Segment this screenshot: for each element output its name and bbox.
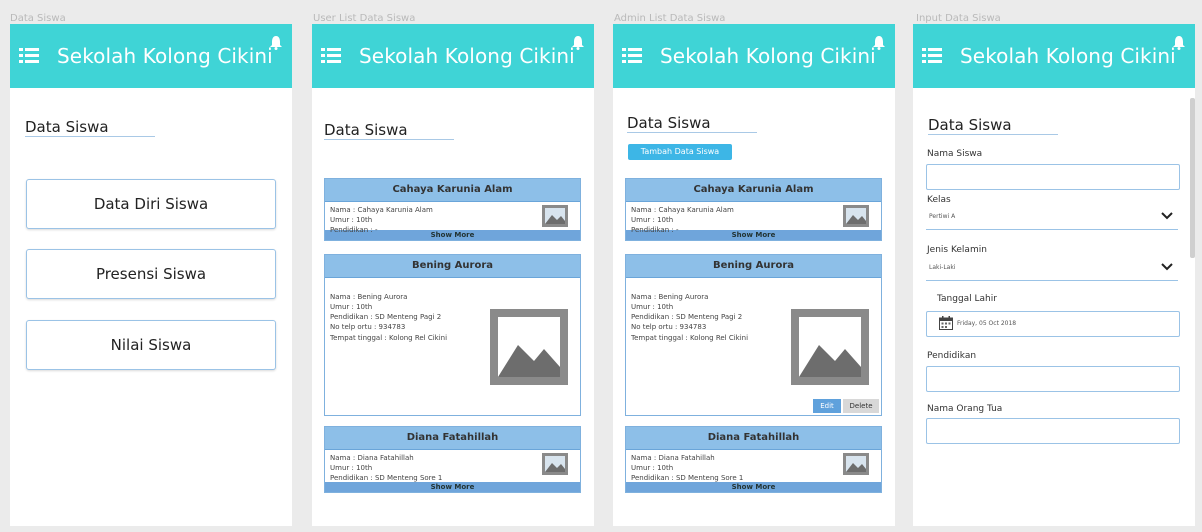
nama-siswa-input[interactable] <box>926 164 1180 190</box>
bell-icon[interactable] <box>270 36 282 50</box>
list-icon[interactable] <box>19 47 39 63</box>
photo-placeholder-icon <box>490 309 568 385</box>
student-details: Nama : Cahaya Karunia Alam Umur : 10th P… <box>325 202 580 234</box>
student-card: Bening Aurora Nama : Bening Aurora Umur … <box>324 254 581 416</box>
detail-line: Umur : 10th <box>631 464 674 473</box>
list-icon[interactable] <box>922 47 942 63</box>
detail-line: Nama : Diana Fatahillah <box>330 454 414 462</box>
frame-caption: Input Data Siswa <box>916 13 1001 24</box>
presensi-button[interactable]: Presensi Siswa <box>26 249 276 299</box>
student-card: Cahaya Karunia Alam Nama : Cahaya Karuni… <box>625 178 882 241</box>
student-card: Diana Fatahillah Nama : Diana Fatahillah… <box>324 426 581 493</box>
detail-line: Pendidikan : - <box>330 226 378 235</box>
detail-line: Pendidikan : SD Menteng Sore 1 <box>330 474 443 483</box>
jenis-kelamin-select[interactable]: Laki-Laki <box>926 256 1178 281</box>
page-title: Data Siswa <box>627 114 711 132</box>
student-card: Cahaya Karunia Alam Nama : Cahaya Karuni… <box>324 178 581 241</box>
student-name: Cahaya Karunia Alam <box>325 179 580 202</box>
student-card: Bening Aurora Nama : Bening Aurora Umur … <box>625 254 882 416</box>
bell-icon[interactable] <box>572 36 584 50</box>
pendidikan-input[interactable] <box>926 366 1180 392</box>
show-more-button[interactable]: Show More <box>626 482 881 492</box>
frame-caption: Data Siswa <box>10 13 66 24</box>
detail-line: Pendidikan : - <box>631 226 679 235</box>
bell-icon[interactable] <box>873 36 885 50</box>
list-icon[interactable] <box>321 47 341 63</box>
detail-line: Umur : 10th <box>330 464 373 473</box>
kelas-label: Kelas <box>927 195 951 205</box>
tanggal-lahir-input[interactable]: Friday, 05 Oct 2018 <box>926 311 1180 337</box>
app-title: Sekolah Kolong Cikini <box>960 44 1176 68</box>
title-divider <box>627 132 757 133</box>
app-bar: Sekolah Kolong Cikini <box>613 24 895 88</box>
student-details: Nama : Diana Fatahillah Umur : 10th Pend… <box>626 450 881 482</box>
pendidikan-label: Pendidikan <box>927 351 977 361</box>
frame-caption: Admin List Data Siswa <box>614 13 726 24</box>
phone-screen-admin-list: Sekolah Kolong Cikini Data Siswa Tambah … <box>613 24 895 526</box>
detail-line: Nama : Cahaya Karunia Alam <box>631 206 734 214</box>
student-name: Diana Fatahillah <box>325 427 580 450</box>
student-name: Diana Fatahillah <box>626 427 881 450</box>
tanggal-lahir-label: Tanggal Lahir <box>937 294 997 304</box>
jenis-kelamin-value: Laki-Laki <box>929 264 956 271</box>
phone-screen-menu: Sekolah Kolong Cikini Data Siswa Data Di… <box>10 24 292 526</box>
photo-placeholder-icon <box>843 205 869 227</box>
calendar-icon <box>939 316 953 330</box>
student-name: Cahaya Karunia Alam <box>626 179 881 202</box>
photo-placeholder-icon <box>843 453 869 475</box>
app-title: Sekolah Kolong Cikini <box>660 44 876 68</box>
kelas-select[interactable]: Pertiwi A <box>926 205 1178 230</box>
add-student-button[interactable]: Tambah Data Siswa <box>628 144 732 160</box>
app-bar: Sekolah Kolong Cikini <box>312 24 594 88</box>
student-name: Bening Aurora <box>626 255 881 278</box>
photo-placeholder-icon <box>542 205 568 227</box>
chevron-down-icon <box>1161 212 1173 220</box>
title-divider <box>324 139 454 140</box>
detail-line: Nama : Bening Aurora <box>330 293 408 301</box>
frame-caption: User List Data Siswa <box>313 13 416 24</box>
detail-line: Nama : Diana Fatahillah <box>631 454 715 462</box>
title-divider <box>25 136 155 137</box>
phone-screen-user-list: Sekolah Kolong Cikini Data Siswa Cahaya … <box>312 24 594 526</box>
nilai-button[interactable]: Nilai Siswa <box>26 320 276 370</box>
app-bar: Sekolah Kolong Cikini <box>913 24 1195 88</box>
title-divider <box>928 134 1058 135</box>
chevron-down-icon <box>1161 263 1173 271</box>
photo-placeholder-icon <box>791 309 869 385</box>
student-details: Nama : Cahaya Karunia Alam Umur : 10th P… <box>626 202 881 234</box>
tanggal-lahir-value: Friday, 05 Oct 2018 <box>957 320 1017 327</box>
show-more-button[interactable]: Show More <box>325 482 580 492</box>
delete-button[interactable]: Delete <box>843 399 879 413</box>
page-title: Data Siswa <box>928 116 1012 134</box>
nama-orang-tua-input[interactable] <box>926 418 1180 444</box>
student-card: Diana Fatahillah Nama : Diana Fatahillah… <box>625 426 882 493</box>
student-name: Bening Aurora <box>325 255 580 278</box>
nama-siswa-label: Nama Siswa <box>927 149 983 159</box>
detail-line: Umur : 10th <box>631 216 674 225</box>
edit-button[interactable]: Edit <box>813 399 841 413</box>
detail-line: Pendidikan : SD Menteng Sore 1 <box>631 474 744 483</box>
data-diri-button[interactable]: Data Diri Siswa <box>26 179 276 229</box>
page-title: Data Siswa <box>25 118 109 136</box>
nama-orang-tua-label: Nama Orang Tua <box>927 404 1003 414</box>
app-bar: Sekolah Kolong Cikini <box>10 24 292 88</box>
detail-line: Nama : Bening Aurora <box>631 293 709 301</box>
list-icon[interactable] <box>622 47 642 63</box>
detail-line: Umur : 10th <box>330 216 373 225</box>
photo-placeholder-icon <box>542 453 568 475</box>
bell-icon[interactable] <box>1173 36 1185 50</box>
app-title: Sekolah Kolong Cikini <box>57 44 273 68</box>
page-title: Data Siswa <box>324 121 408 139</box>
student-details: Nama : Diana Fatahillah Umur : 10th Pend… <box>325 450 580 482</box>
jenis-kelamin-label: Jenis Kelamin <box>927 245 987 255</box>
phone-screen-input: Sekolah Kolong Cikini Data Siswa Nama Si… <box>913 24 1195 526</box>
kelas-value: Pertiwi A <box>929 213 956 220</box>
scrollbar[interactable] <box>1190 98 1195 258</box>
app-title: Sekolah Kolong Cikini <box>359 44 575 68</box>
detail-line: Nama : Cahaya Karunia Alam <box>330 206 433 214</box>
